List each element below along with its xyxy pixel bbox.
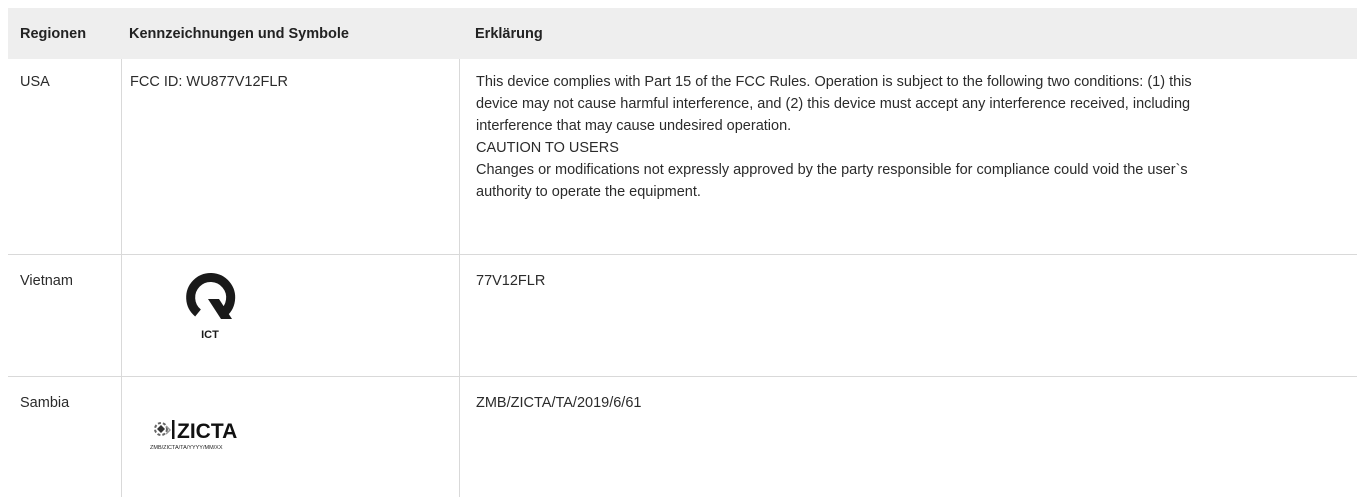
header-kennzeichnungen: Kennzeichnungen und Symbole — [129, 26, 349, 42]
region-usa: USA — [20, 74, 50, 90]
explanation-line: authority to operate the equipment. — [476, 184, 701, 200]
ict-logo-icon: ICT — [186, 273, 236, 341]
explanation-sambia: ZMB/ZICTA/TA/2019/6/61 — [459, 377, 1357, 497]
caution-heading: CAUTION TO USERS — [476, 140, 619, 156]
zicta-logo-subtext: ZMB/ZICTA/TA/YYYY/MM/XX — [150, 445, 223, 451]
explanation-line: interference that may cause undesired op… — [476, 118, 792, 134]
explanation-line: This device complies with Part 15 of the… — [476, 74, 1192, 90]
fcc-id: FCC ID: WU877V12FLR — [121, 59, 459, 254]
region-vietnam: Vietnam — [20, 273, 73, 289]
header-regionen: Regionen — [20, 26, 87, 42]
ict-logo-text: ICT — [201, 329, 219, 341]
explanation-usa: This device complies with Part 15 of the… — [459, 59, 1357, 254]
zicta-logo-text: ZICTA — [177, 420, 237, 443]
explanation-vietnam: 77V12FLR — [459, 255, 1357, 376]
table-row-usa: USA FCC ID: WU877V12FLR This device comp… — [8, 59, 1357, 255]
table-header-row: Regionen Kennzeichnungen und Symbole Erk… — [8, 8, 1357, 59]
explanation-line: device may not cause harmful interferenc… — [476, 96, 1191, 112]
header-erklaerung: Erklärung — [475, 26, 543, 42]
region-sambia: Sambia — [20, 395, 70, 411]
explanation-line: Changes or modifications not expressly a… — [476, 162, 1188, 178]
zicta-logo-icon: ZICTA ZMB/ZICTA/TA/YYYY/MM/XX — [150, 420, 237, 451]
